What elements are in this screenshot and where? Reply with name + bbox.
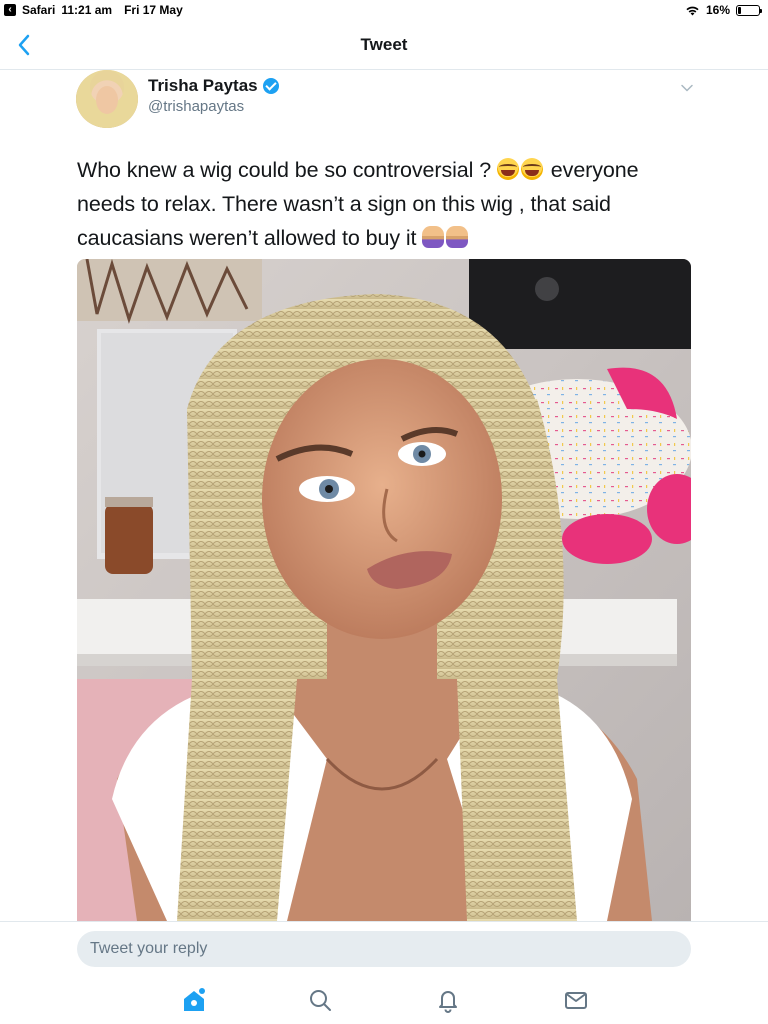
avatar-face — [96, 86, 118, 114]
page-title: Tweet — [360, 35, 408, 54]
envelope-icon[interactable] — [562, 986, 590, 1014]
avatar[interactable] — [76, 70, 138, 128]
author-display-name[interactable]: Trisha Paytas — [148, 76, 279, 96]
facepalm-emoji-icon — [422, 226, 445, 248]
status-bar-right: 16% — [685, 3, 762, 17]
tweet-photo[interactable] — [77, 259, 691, 921]
tweet-text-part1: Who knew a wig could be so controversial… — [77, 158, 497, 182]
wifi-icon — [686, 6, 699, 15]
battery-level — [738, 6, 741, 14]
status-bar-left: ‹ Safari 11:21 am Fri 17 May — [4, 3, 183, 17]
bell-icon[interactable] — [434, 986, 462, 1014]
status-time: 11:21 am — [61, 3, 113, 17]
facepalm-emoji-icon — [446, 226, 469, 248]
back-app-label[interactable]: Safari — [22, 3, 55, 17]
navigation-bar: Tweet — [0, 20, 768, 70]
tweet-photo-illustration — [77, 259, 691, 921]
author-handle[interactable]: @trishapaytas — [148, 98, 244, 115]
search-icon[interactable] — [306, 986, 334, 1014]
battery-percent: 16% — [705, 3, 730, 17]
battery-icon — [736, 4, 762, 16]
reply-bar — [0, 921, 768, 976]
tweet-text: Who knew a wig could be so controversial… — [77, 153, 677, 255]
back-to-app-icon[interactable]: ‹ — [4, 4, 16, 16]
chevron-down-icon[interactable] — [679, 80, 695, 96]
tab-bar — [0, 976, 768, 1024]
reply-input[interactable] — [77, 931, 691, 967]
status-bar: ‹ Safari 11:21 am Fri 17 May 16% — [0, 0, 768, 20]
verified-badge-icon — [262, 78, 279, 94]
home-icon[interactable] — [180, 986, 208, 1014]
laughing-emoji-icon — [520, 158, 543, 180]
laughing-emoji-icon — [496, 158, 519, 180]
status-date: Fri 17 May — [124, 3, 183, 17]
author-name-text[interactable]: Trisha Paytas — [148, 76, 258, 96]
